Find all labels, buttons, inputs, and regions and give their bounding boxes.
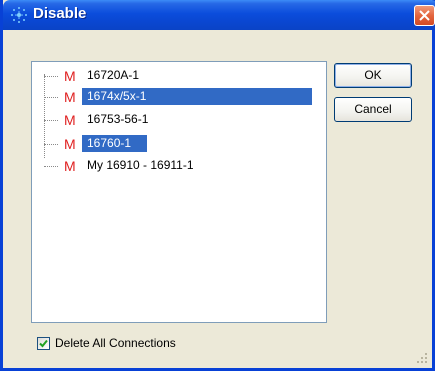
tree-item[interactable]: M 16753-56-1 [32,110,322,130]
module-icon: M [64,89,76,105]
tree-item[interactable]: M My 16910 - 16911-1 [32,156,322,176]
tree-item[interactable]: M 1674x/5x-1 [32,87,322,107]
tree-connector [44,144,58,146]
tree-item[interactable]: M 16760-1 [32,134,322,154]
tree-item-label[interactable]: My 16910 - 16911-1 [84,157,197,174]
close-button[interactable] [414,5,435,26]
tree-connector [44,76,58,78]
module-icon: M [64,136,76,152]
module-icon: M [64,68,76,84]
tree-connector [44,166,58,168]
checkmark-icon [39,339,48,348]
tree-connector [44,120,58,122]
tree-item-label[interactable]: 16753-56-1 [84,111,151,128]
cancel-button[interactable]: Cancel [334,97,412,122]
delete-all-checkbox[interactable] [37,337,50,350]
module-icon: M [64,112,76,128]
disable-dialog: Disable M 16720A-1 M 1674x/5x-1 M 16753-… [0,0,435,371]
ok-button[interactable]: OK [334,63,412,88]
tree-item-label[interactable]: 16720A-1 [84,67,142,84]
app-sparkle-icon [11,7,27,23]
tree-item-label[interactable]: 16760-1 [82,135,147,152]
tree-connector [44,97,58,99]
tree-item[interactable]: M 16720A-1 [32,66,322,86]
connection-tree[interactable]: M 16720A-1 M 1674x/5x-1 M 16753-56-1 M 1… [31,61,327,323]
module-icon: M [64,158,76,174]
window-title: Disable [33,5,87,22]
title-bar[interactable]: Disable [3,0,435,30]
tree-item-label[interactable]: 1674x/5x-1 [82,88,312,105]
delete-all-label[interactable]: Delete All Connections [55,336,176,350]
resize-grip-icon[interactable] [416,352,428,364]
close-icon [419,10,430,21]
